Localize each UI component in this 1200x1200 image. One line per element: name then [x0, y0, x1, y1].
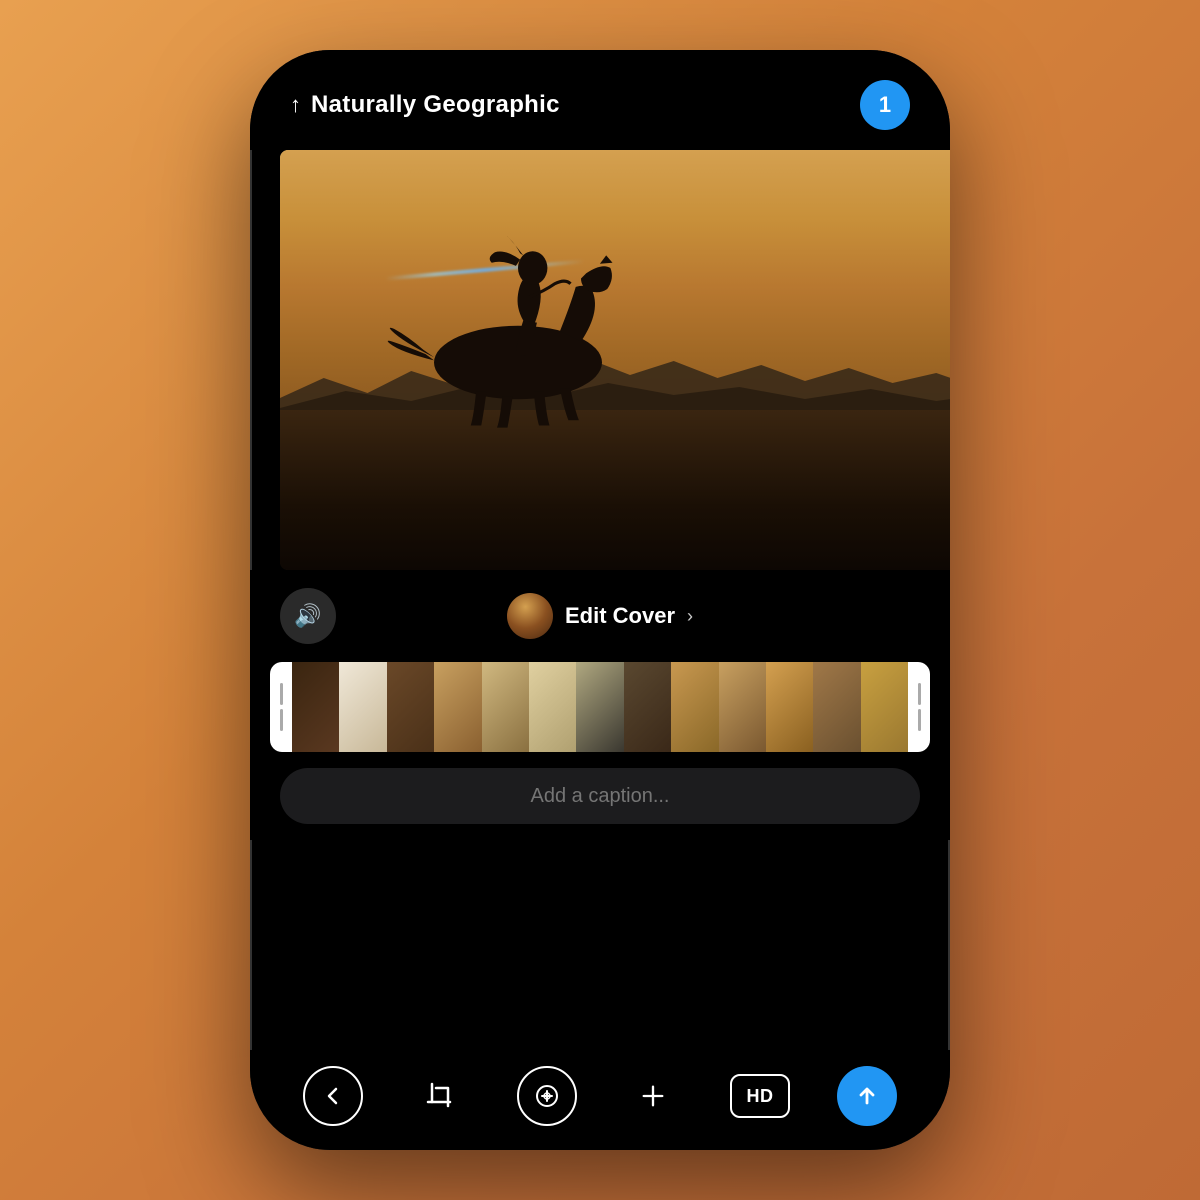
filmstrip-frame[interactable] [434, 662, 481, 752]
handle-line [280, 709, 283, 731]
phone-frame: ↑ Naturally Geographic 1 [250, 50, 950, 1150]
send-icon [854, 1083, 880, 1109]
cover-thumb-image [507, 593, 553, 639]
notification-badge[interactable]: 1 [860, 80, 910, 130]
filmstrip[interactable] [270, 662, 930, 752]
back-button[interactable] [303, 1066, 363, 1126]
filmstrip-frame[interactable] [813, 662, 860, 752]
sound-button[interactable]: 🔊 [280, 588, 336, 644]
edit-cover-label: Edit Cover [565, 603, 675, 629]
cover-thumbnail [507, 593, 553, 639]
bottom-toolbar: HD [250, 1050, 950, 1150]
draw-button[interactable] [517, 1066, 577, 1126]
page-title: Naturally Geographic [311, 91, 560, 119]
filmstrip-frame[interactable] [624, 662, 671, 752]
caption-input[interactable] [280, 768, 920, 824]
hd-label: HD [746, 1086, 773, 1107]
filmstrip-frame[interactable] [576, 662, 623, 752]
filmstrip-frame[interactable] [387, 662, 434, 752]
sound-icon: 🔊 [294, 603, 321, 629]
back-icon [322, 1085, 344, 1107]
video-scene [280, 150, 950, 570]
filmstrip-frame[interactable] [529, 662, 576, 752]
filmstrip-frame[interactable] [671, 662, 718, 752]
filmstrip-frame[interactable] [482, 662, 529, 752]
hd-button[interactable]: HD [730, 1074, 790, 1118]
crop-icon [426, 1082, 454, 1110]
filmstrip-container [250, 662, 950, 752]
header: ↑ Naturally Geographic 1 [250, 50, 950, 150]
filmstrip-frame[interactable] [766, 662, 813, 752]
caption-area [250, 752, 950, 840]
sticker-icon [640, 1083, 666, 1109]
controls-row: 🔊 Edit Cover › [250, 570, 950, 662]
upload-arrow-icon: ↑ [290, 92, 301, 118]
video-preview [280, 150, 950, 570]
handle-line [280, 683, 283, 705]
rider-silhouette [315, 205, 700, 436]
draw-icon [534, 1083, 560, 1109]
handle-line [918, 709, 921, 731]
filmstrip-handle-left[interactable] [270, 662, 292, 752]
edit-cover-button[interactable]: Edit Cover › [507, 593, 693, 639]
filmstrip-frame[interactable] [339, 662, 386, 752]
handle-line [918, 683, 921, 705]
filmstrip-frames [292, 662, 908, 752]
chevron-right-icon: › [687, 606, 693, 627]
notification-count: 1 [879, 92, 891, 118]
filmstrip-handle-right[interactable] [908, 662, 930, 752]
filmstrip-frame[interactable] [719, 662, 766, 752]
send-button[interactable] [837, 1066, 897, 1126]
filmstrip-frame[interactable] [861, 662, 908, 752]
sticker-button[interactable] [623, 1066, 683, 1126]
header-left: ↑ Naturally Geographic [290, 91, 560, 119]
filmstrip-frame[interactable] [292, 662, 339, 752]
crop-button[interactable] [410, 1066, 470, 1126]
